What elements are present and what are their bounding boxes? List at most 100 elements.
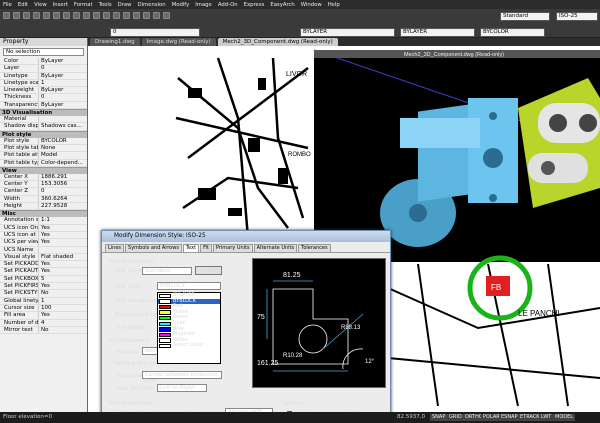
property-value[interactable]: 227.9528 (39, 203, 87, 209)
tab-fit[interactable]: Fit (200, 244, 212, 252)
property-value[interactable]: Color-depend... (39, 160, 87, 166)
category-view[interactable]: View (0, 166, 87, 174)
menu-file[interactable]: File (3, 2, 12, 8)
property-value[interactable]: Yes (39, 312, 87, 318)
property-value[interactable]: Yes (39, 261, 87, 267)
property-row[interactable]: Annotation s...1:1 (0, 217, 87, 225)
menu-dimension[interactable]: Dimension (138, 2, 166, 8)
undo-icon[interactable] (73, 12, 80, 19)
plotstyle-combo[interactable]: BYCOLOR (480, 28, 545, 37)
property-value[interactable]: ByLayer (39, 73, 87, 79)
redo-icon[interactable] (83, 12, 90, 19)
property-value[interactable]: Model (39, 152, 87, 158)
property-row[interactable]: UCS icon at ... Yes (0, 231, 87, 240)
property-row[interactable]: Plot style tableNone (0, 144, 87, 153)
property-value[interactable]: Yes (39, 268, 87, 274)
pan-icon[interactable] (93, 12, 100, 19)
property-value[interactable]: 0 (39, 65, 87, 71)
menu-help[interactable]: Help (328, 2, 340, 8)
property-row[interactable]: UCS icon On Yes (0, 224, 87, 232)
property-value[interactable]: ByLayer (39, 58, 87, 64)
design-center-icon[interactable] (143, 12, 150, 19)
property-value[interactable]: 1 (39, 298, 87, 304)
property-row[interactable]: Fill area Yes (0, 312, 87, 320)
paste-icon[interactable] (63, 12, 70, 19)
property-row[interactable]: Cursor size 100 (0, 304, 87, 313)
menu-insert[interactable]: Insert (53, 2, 68, 8)
horizontal-select[interactable]: Center between extension lines (142, 371, 222, 384)
property-value[interactable] (39, 247, 87, 253)
property-value[interactable]: Flat shaded (39, 254, 87, 260)
menu-format[interactable]: Format (74, 2, 93, 8)
property-value[interactable]: No (39, 290, 87, 296)
property-value[interactable]: 1 (39, 80, 87, 86)
lwt-toggle[interactable]: LWT (539, 414, 554, 421)
property-value[interactable]: 0 (39, 94, 87, 100)
category-plot-style[interactable]: Plot style (0, 130, 87, 138)
property-row[interactable]: Linetype scale1 (0, 79, 87, 88)
property-value[interactable]: Yes (39, 232, 87, 238)
print-icon[interactable] (33, 12, 40, 19)
properties-icon[interactable] (133, 12, 140, 19)
property-row[interactable]: Transparency ByLayer (0, 101, 87, 110)
zoom-previous-icon[interactable] (123, 12, 130, 19)
property-value[interactable]: Yes (39, 283, 87, 289)
lineweight-combo[interactable]: BYLAYER (400, 28, 475, 37)
property-row[interactable]: Shadow displ...Shadows cas... (0, 123, 87, 131)
property-value[interactable]: Yes (39, 225, 87, 231)
menu-window[interactable]: Window (301, 2, 322, 8)
property-row[interactable]: Plot style BYCOLOR (0, 137, 87, 145)
property-row[interactable]: Set PICKFIRST Yes (0, 283, 87, 291)
property-row[interactable]: Thickness 0 (0, 94, 87, 102)
tab-alternate-units[interactable]: Alternate Units (253, 244, 298, 252)
property-row[interactable]: Material (0, 116, 87, 124)
zoom-icon[interactable] (103, 12, 110, 19)
tab-symbols-arrows[interactable]: Symbols and Arrows (125, 244, 182, 252)
menu-image[interactable]: Image (195, 2, 212, 8)
view-direction-select[interactable]: Left-to-Right (157, 384, 207, 392)
menu-easyarch[interactable]: EasyArch (270, 2, 294, 8)
copy-icon[interactable] (53, 12, 60, 19)
open-file-icon[interactable] (13, 12, 20, 19)
snap-toggle[interactable]: SNAP (430, 414, 448, 421)
property-value[interactable]: No (39, 327, 87, 333)
tab-image[interactable]: Image.dwg (Read-only) (141, 38, 216, 46)
linetype-combo[interactable]: BYLAYER (300, 28, 395, 37)
property-row[interactable]: UCS Name (0, 246, 87, 254)
tab-drawing1[interactable]: Drawing1.dwg (90, 38, 140, 46)
property-row[interactable]: Mirror text No (0, 326, 87, 335)
property-row[interactable]: UCS per viewp...Yes (0, 239, 87, 247)
menu-edit[interactable]: Edit (18, 2, 28, 8)
property-value[interactable]: 4 (39, 320, 87, 326)
property-row[interactable]: Center Y 153.3056 (0, 181, 87, 189)
property-value[interactable]: ByLayer (39, 102, 87, 108)
property-row[interactable]: Center Z0 (0, 188, 87, 196)
property-value[interactable]: 153.3056 (39, 181, 87, 187)
tab-mech2[interactable]: Mech2_3D_Component.dwg (Read-only) (217, 38, 338, 46)
new-file-icon[interactable] (3, 12, 10, 19)
tab-tolerances[interactable]: Tolerances (298, 244, 331, 252)
property-row[interactable]: Visual style Flat shaded (0, 253, 87, 262)
menu-tools[interactable]: Tools (99, 2, 112, 8)
property-value[interactable]: BYCOLOR (39, 138, 87, 144)
property-value[interactable]: Shadows cas... (39, 123, 87, 129)
menu-add-on[interactable]: Add-On (218, 2, 238, 8)
property-value[interactable]: 0 (39, 188, 87, 194)
category-3d-visualisation[interactable]: 3D Visualisation (0, 109, 87, 117)
property-value[interactable]: 1886.291 (39, 174, 87, 180)
category-misc[interactable]: Misc (0, 210, 87, 218)
menu-draw[interactable]: Draw (118, 2, 132, 8)
property-value[interactable]: Yes (39, 239, 87, 245)
property-value[interactable]: 1:1 (39, 217, 87, 223)
property-row[interactable]: Width 360.6264 (0, 195, 87, 204)
property-row[interactable]: Height 227.9528 (0, 203, 87, 211)
cut-icon[interactable] (43, 12, 50, 19)
zoom-window-icon[interactable] (113, 12, 120, 19)
property-row[interactable]: Lineweight ByLayer (0, 87, 87, 95)
text-color-dropdown-list[interactable]: BYLAYER BYBLOCK Red Yellow Green Cyan Blue Mage… (157, 292, 221, 364)
tool-palette-icon[interactable] (153, 12, 160, 19)
menu-modify[interactable]: Modify (172, 2, 190, 8)
menu-view[interactable]: View (34, 2, 47, 8)
property-row[interactable]: Color ByLayer (0, 58, 87, 66)
text-style-combo[interactable]: Standard (500, 12, 550, 21)
